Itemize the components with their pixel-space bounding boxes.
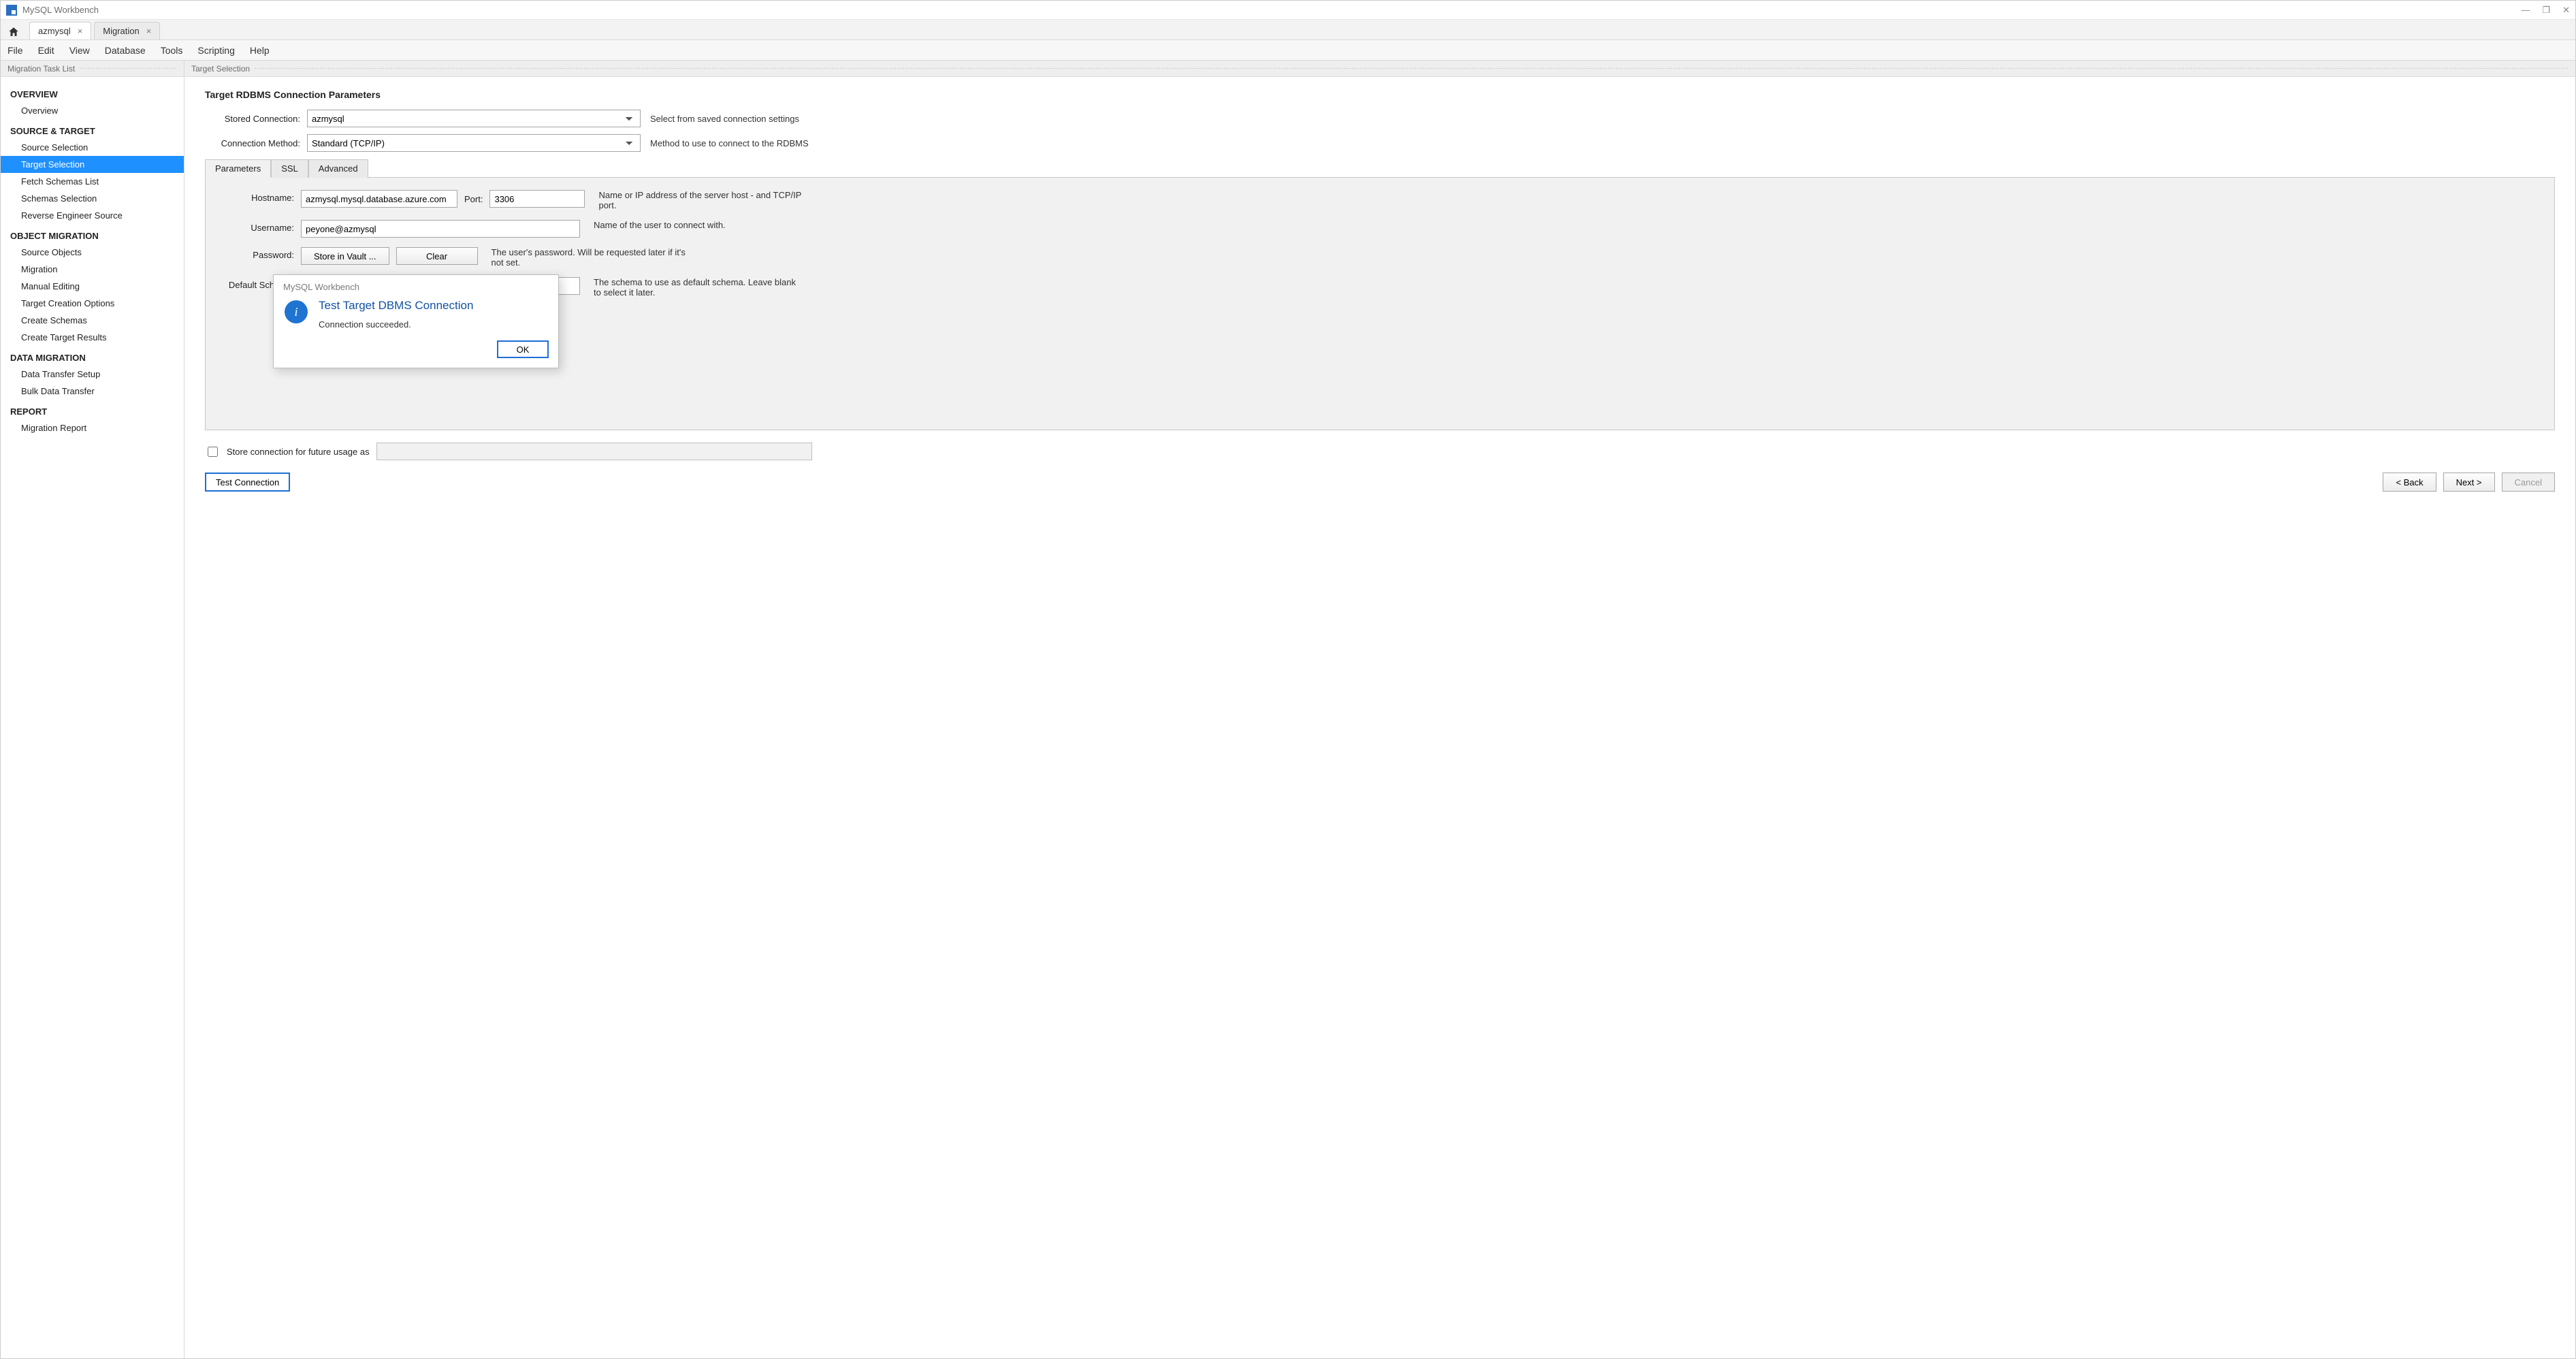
window-close-button[interactable]: ✕ bbox=[2562, 5, 2570, 16]
hostname-hint: Name or IP address of the server host - … bbox=[598, 190, 803, 210]
hostname-label: Hostname: bbox=[219, 190, 301, 203]
task-group-object-migration: OBJECT MIGRATION bbox=[1, 224, 184, 244]
stored-connection-hint: Select from saved connection settings bbox=[650, 114, 799, 124]
content-header: Target Selection bbox=[184, 61, 2575, 77]
tab-label: Migration bbox=[103, 26, 139, 36]
dialog-message: Connection succeeded. bbox=[319, 319, 473, 330]
password-label: Password: bbox=[219, 247, 301, 260]
document-tabstrip: azmysql × Migration × bbox=[1, 20, 2575, 40]
menu-view[interactable]: View bbox=[69, 45, 90, 56]
menu-tools[interactable]: Tools bbox=[161, 45, 183, 56]
menu-help[interactable]: Help bbox=[250, 45, 270, 56]
task-group-data-migration: DATA MIGRATION bbox=[1, 346, 184, 366]
store-future-row: Store connection for future usage as bbox=[205, 443, 2555, 460]
section-title: Target RDBMS Connection Parameters bbox=[205, 89, 2555, 100]
task-item-create-schemas[interactable]: Create Schemas bbox=[1, 312, 184, 329]
info-icon: i bbox=[285, 300, 308, 323]
tab-azmysql[interactable]: azmysql × bbox=[29, 22, 91, 39]
test-connection-button[interactable]: Test Connection bbox=[205, 473, 290, 492]
menu-scripting[interactable]: Scripting bbox=[197, 45, 234, 56]
password-hint: The user's password. Will be requested l… bbox=[492, 247, 696, 268]
store-future-label: Store connection for future usage as bbox=[227, 447, 370, 457]
home-icon[interactable] bbox=[5, 25, 22, 39]
task-item-manual-editing[interactable]: Manual Editing bbox=[1, 278, 184, 295]
app-icon bbox=[6, 5, 17, 16]
tab-advanced[interactable]: Advanced bbox=[308, 159, 368, 178]
username-hint: Name of the user to connect with. bbox=[594, 220, 726, 230]
tab-parameters[interactable]: Parameters bbox=[205, 159, 271, 178]
titlebar: MySQL Workbench — ❐ ✕ bbox=[1, 1, 2575, 20]
dialog-heading: Test Target DBMS Connection bbox=[319, 299, 473, 313]
menu-edit[interactable]: Edit bbox=[38, 45, 54, 56]
stored-connection-label: Stored Connection: bbox=[205, 114, 307, 124]
username-label: Username: bbox=[219, 220, 301, 233]
next-button[interactable]: Next > bbox=[2443, 473, 2495, 492]
back-button[interactable]: < Back bbox=[2383, 473, 2436, 492]
stored-connection-select[interactable]: azmysql bbox=[307, 110, 641, 127]
content-area: Target Selection Target RDBMS Connection… bbox=[184, 61, 2575, 1358]
connection-method-label: Connection Method: bbox=[205, 138, 307, 148]
tab-label: azmysql bbox=[38, 26, 71, 36]
tab-migration[interactable]: Migration × bbox=[94, 22, 160, 39]
menu-file[interactable]: File bbox=[7, 45, 23, 56]
menubar: File Edit View Database Tools Scripting … bbox=[1, 40, 2575, 61]
hostname-input[interactable] bbox=[301, 190, 457, 208]
task-item-target-creation-options[interactable]: Target Creation Options bbox=[1, 295, 184, 312]
task-group-overview: OVERVIEW bbox=[1, 82, 184, 102]
port-label: Port: bbox=[464, 194, 483, 204]
task-list: OVERVIEW Overview SOURCE & TARGET Source… bbox=[1, 77, 184, 445]
app-title: MySQL Workbench bbox=[22, 5, 99, 15]
task-item-migration[interactable]: Migration bbox=[1, 261, 184, 278]
task-group-source-target: SOURCE & TARGET bbox=[1, 119, 184, 139]
store-future-input[interactable] bbox=[376, 443, 812, 460]
port-input[interactable] bbox=[489, 190, 585, 208]
cancel-button[interactable]: Cancel bbox=[2502, 473, 2555, 492]
task-item-overview[interactable]: Overview bbox=[1, 102, 184, 119]
sidebar-title: Migration Task List bbox=[7, 64, 75, 74]
test-connection-dialog: MySQL Workbench i Test Target DBMS Conne… bbox=[273, 274, 559, 368]
task-item-create-target-results[interactable]: Create Target Results bbox=[1, 329, 184, 346]
task-item-target-selection[interactable]: Target Selection bbox=[1, 156, 184, 173]
window-minimize-button[interactable]: — bbox=[2521, 5, 2530, 16]
default-schema-hint: The schema to use as default schema. Lea… bbox=[594, 277, 798, 298]
task-item-source-selection[interactable]: Source Selection bbox=[1, 139, 184, 156]
dialog-app-label: MySQL Workbench bbox=[274, 275, 558, 292]
sidebar-header: Migration Task List bbox=[1, 61, 184, 77]
close-icon[interactable]: × bbox=[146, 26, 152, 36]
window-maximize-button[interactable]: ❐ bbox=[2542, 5, 2550, 16]
task-item-data-transfer-setup[interactable]: Data Transfer Setup bbox=[1, 366, 184, 383]
store-in-vault-button[interactable]: Store in Vault ... bbox=[301, 247, 389, 265]
dialog-ok-button[interactable]: OK bbox=[497, 340, 549, 358]
clear-password-button[interactable]: Clear bbox=[396, 247, 478, 265]
connection-method-select[interactable]: Standard (TCP/IP) bbox=[307, 134, 641, 152]
username-input[interactable] bbox=[301, 220, 580, 238]
menu-database[interactable]: Database bbox=[105, 45, 146, 56]
task-item-migration-report[interactable]: Migration Report bbox=[1, 419, 184, 436]
task-item-fetch-schemas[interactable]: Fetch Schemas List bbox=[1, 173, 184, 190]
tab-ssl[interactable]: SSL bbox=[271, 159, 308, 178]
migration-task-sidebar: Migration Task List OVERVIEW Overview SO… bbox=[1, 61, 184, 1358]
task-group-report: REPORT bbox=[1, 400, 184, 419]
store-future-checkbox[interactable] bbox=[208, 447, 218, 457]
task-item-reverse-engineer[interactable]: Reverse Engineer Source bbox=[1, 207, 184, 224]
connection-method-hint: Method to use to connect to the RDBMS bbox=[650, 138, 809, 148]
content-title: Target Selection bbox=[191, 64, 250, 74]
close-icon[interactable]: × bbox=[78, 26, 83, 36]
task-item-bulk-data-transfer[interactable]: Bulk Data Transfer bbox=[1, 383, 184, 400]
task-item-schemas-selection[interactable]: Schemas Selection bbox=[1, 190, 184, 207]
task-item-source-objects[interactable]: Source Objects bbox=[1, 244, 184, 261]
connection-inner-tabs: Parameters SSL Advanced bbox=[205, 159, 2555, 177]
